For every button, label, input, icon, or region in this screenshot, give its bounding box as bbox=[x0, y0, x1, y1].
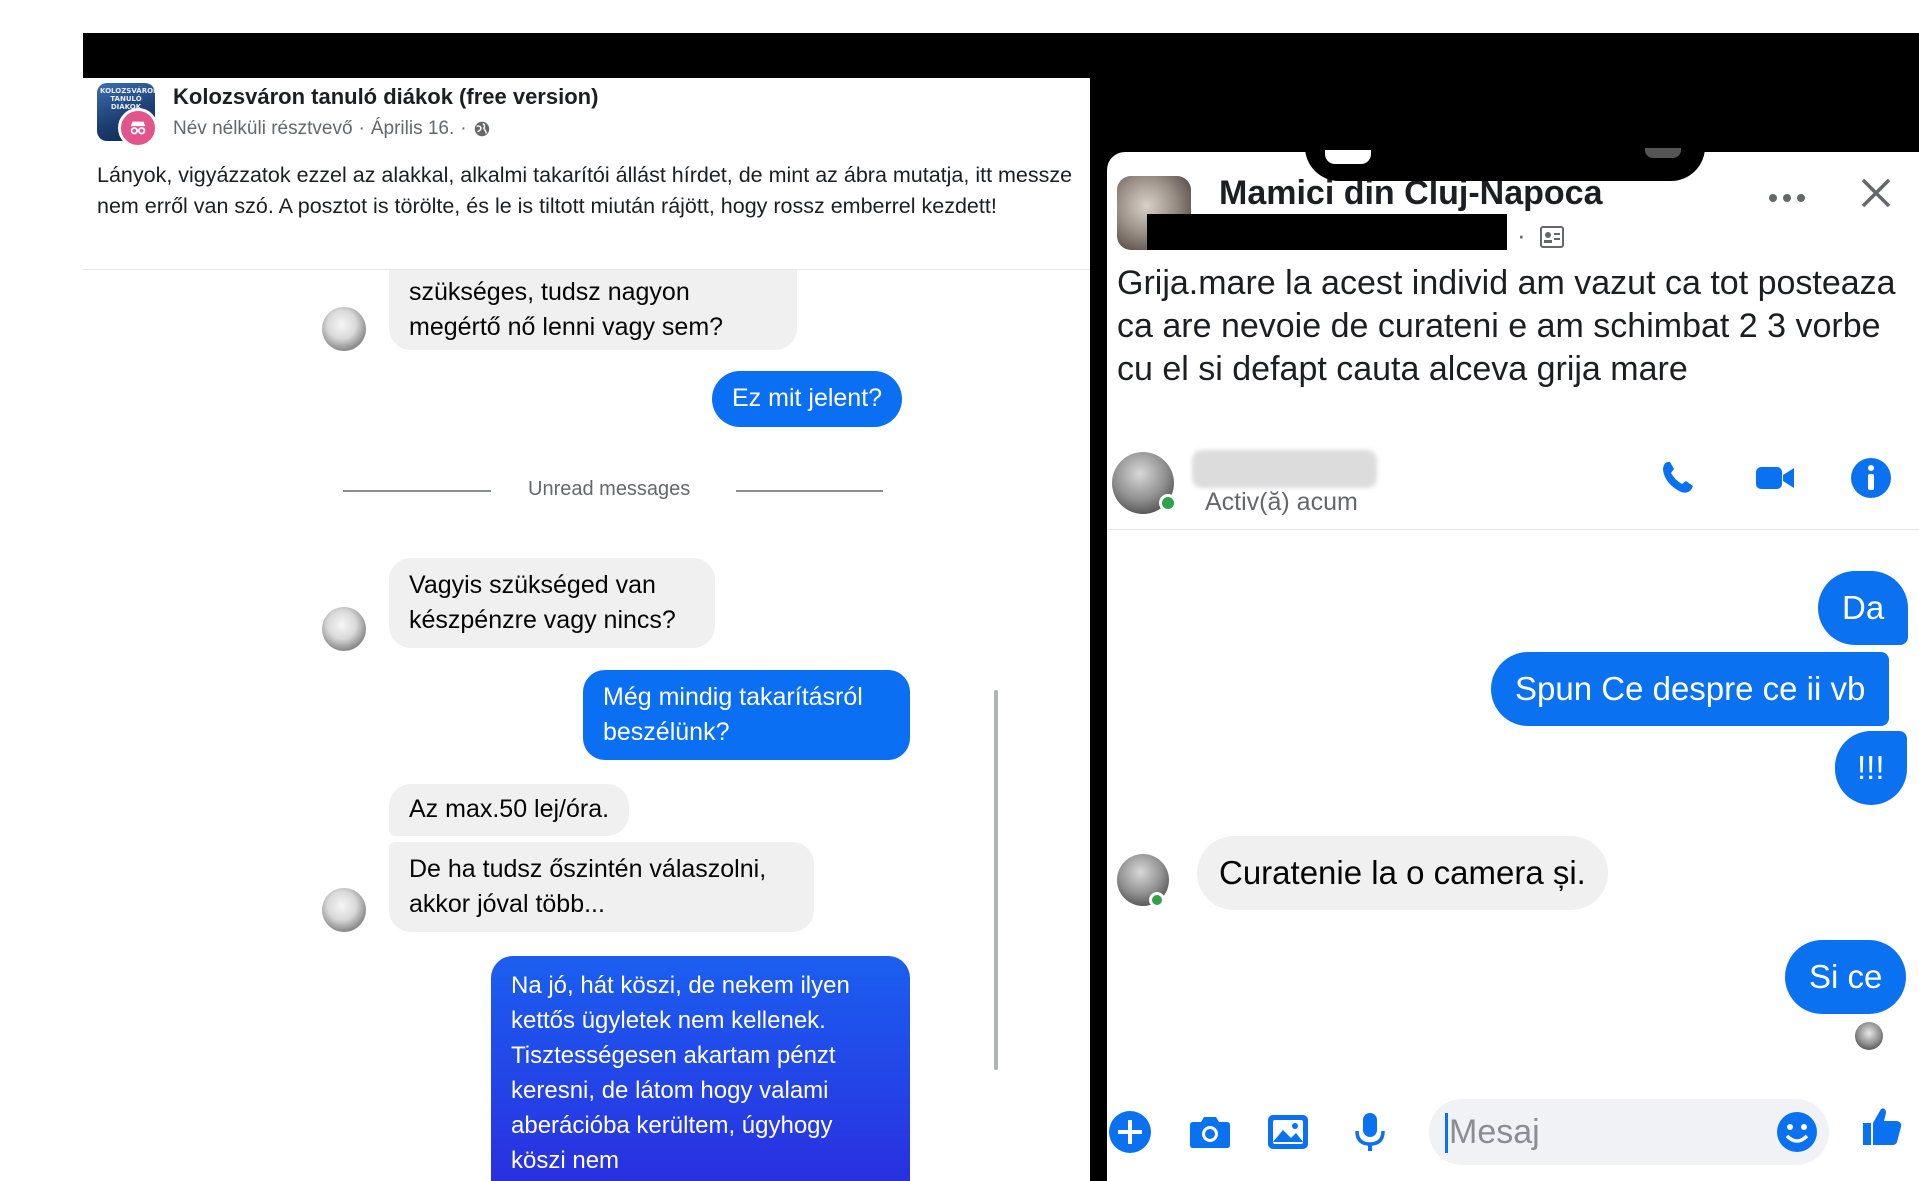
sent-message: Ez mit jelent? bbox=[712, 371, 903, 427]
sent-message: Na jó, hát köszi, de nekem ilyen kettős … bbox=[491, 956, 910, 1181]
contact-icon bbox=[1540, 226, 1564, 248]
online-indicator bbox=[1149, 892, 1165, 908]
anonymous-icon bbox=[118, 108, 158, 148]
received-message: Az max.50 lej/óra. bbox=[389, 784, 630, 836]
sent-message: Si ce bbox=[1785, 940, 1907, 1014]
message-input-placeholder: Mesaj bbox=[1449, 1113, 1540, 1151]
phone-icon[interactable] bbox=[1655, 456, 1699, 500]
message-input[interactable]: Mesaj bbox=[1429, 1099, 1829, 1165]
meta-separator: · bbox=[358, 118, 365, 139]
unread-divider-left bbox=[343, 490, 491, 492]
close-icon[interactable] bbox=[1859, 176, 1893, 210]
facebook-post-panel: KOLOZSVÁRON TANULÓ DIÁKOK Kolozsváron ta… bbox=[83, 78, 1090, 1181]
received-message: De ha tudsz őszintén válaszolni, akkor j… bbox=[389, 842, 814, 932]
image-icon[interactable] bbox=[1265, 1109, 1311, 1155]
post-date[interactable]: Április 16. bbox=[371, 118, 454, 140]
globe-icon bbox=[474, 121, 489, 137]
info-icon[interactable] bbox=[1849, 456, 1893, 500]
sent-message: Spun Ce despre ce ii vb bbox=[1491, 652, 1890, 726]
received-message: szükséges, tudsz nagyon megértő nő lenni… bbox=[389, 270, 797, 350]
camera-icon[interactable] bbox=[1187, 1109, 1233, 1155]
online-indicator bbox=[1159, 494, 1177, 512]
unread-divider-right bbox=[736, 490, 883, 492]
sender-avatar bbox=[322, 888, 366, 932]
meta-separator: · bbox=[1517, 220, 1526, 250]
sent-message: Da bbox=[1818, 571, 1909, 645]
screenshot-collage: KOLOZSVÁRON TANULÓ DIÁKOK Kolozsváron ta… bbox=[0, 0, 1919, 1181]
post-text: Grija.mare la acest individ am vazut ca … bbox=[1117, 264, 1896, 388]
sent-message: Még mindig takarításról beszélünk? bbox=[583, 670, 910, 760]
microphone-icon[interactable] bbox=[1347, 1109, 1393, 1155]
messenger-screenshot-panel: Mamici din Cluj-Napoca · Grija.mare la a… bbox=[1107, 152, 1919, 1181]
sender-avatar bbox=[322, 307, 366, 351]
post-meta: Név nélküli résztvevő · Április 16. · bbox=[173, 118, 491, 140]
post-author: Név nélküli résztvevő bbox=[173, 118, 353, 139]
redacted-author bbox=[1147, 214, 1507, 250]
more-icon[interactable] bbox=[1767, 192, 1807, 204]
meta-separator: · bbox=[460, 118, 467, 139]
sender-avatar bbox=[322, 607, 366, 651]
emoji-icon[interactable] bbox=[1774, 1109, 1820, 1155]
group-avatar-text: KOLOZSVÁRON TANULÓ DIÁKOK bbox=[100, 87, 155, 111]
group-name[interactable]: Kolozsváron tanuló diákok (free version) bbox=[173, 84, 598, 110]
sent-message: !!! bbox=[1835, 731, 1907, 805]
post-text: Lányok, vigyázzatok ezzel az alakkal, al… bbox=[97, 163, 1073, 218]
received-message: Curatenie la o camera și. bbox=[1197, 836, 1608, 910]
video-icon[interactable] bbox=[1753, 456, 1797, 500]
text-caret bbox=[1445, 1113, 1448, 1153]
notch-camera bbox=[1645, 148, 1681, 158]
like-icon[interactable] bbox=[1859, 1103, 1905, 1149]
notch-sensor bbox=[1325, 150, 1371, 164]
chat-header: Activ(ă) acum bbox=[1107, 442, 1919, 530]
post-header: KOLOZSVÁRON TANULÓ DIÁKOK Kolozsváron ta… bbox=[83, 78, 1090, 270]
seen-indicator-avatar bbox=[1855, 1022, 1883, 1050]
unread-messages-label: Unread messages bbox=[528, 478, 691, 500]
chat-scrollbar[interactable] bbox=[994, 690, 998, 1070]
plus-icon[interactable] bbox=[1107, 1109, 1153, 1155]
received-message: Vagyis szükséged van készpénzre vagy nin… bbox=[389, 558, 715, 648]
blurred-contact-name bbox=[1192, 450, 1377, 488]
active-status: Activ(ă) acum bbox=[1205, 488, 1358, 516]
message-composer-bar: Mesaj bbox=[1107, 1087, 1919, 1181]
